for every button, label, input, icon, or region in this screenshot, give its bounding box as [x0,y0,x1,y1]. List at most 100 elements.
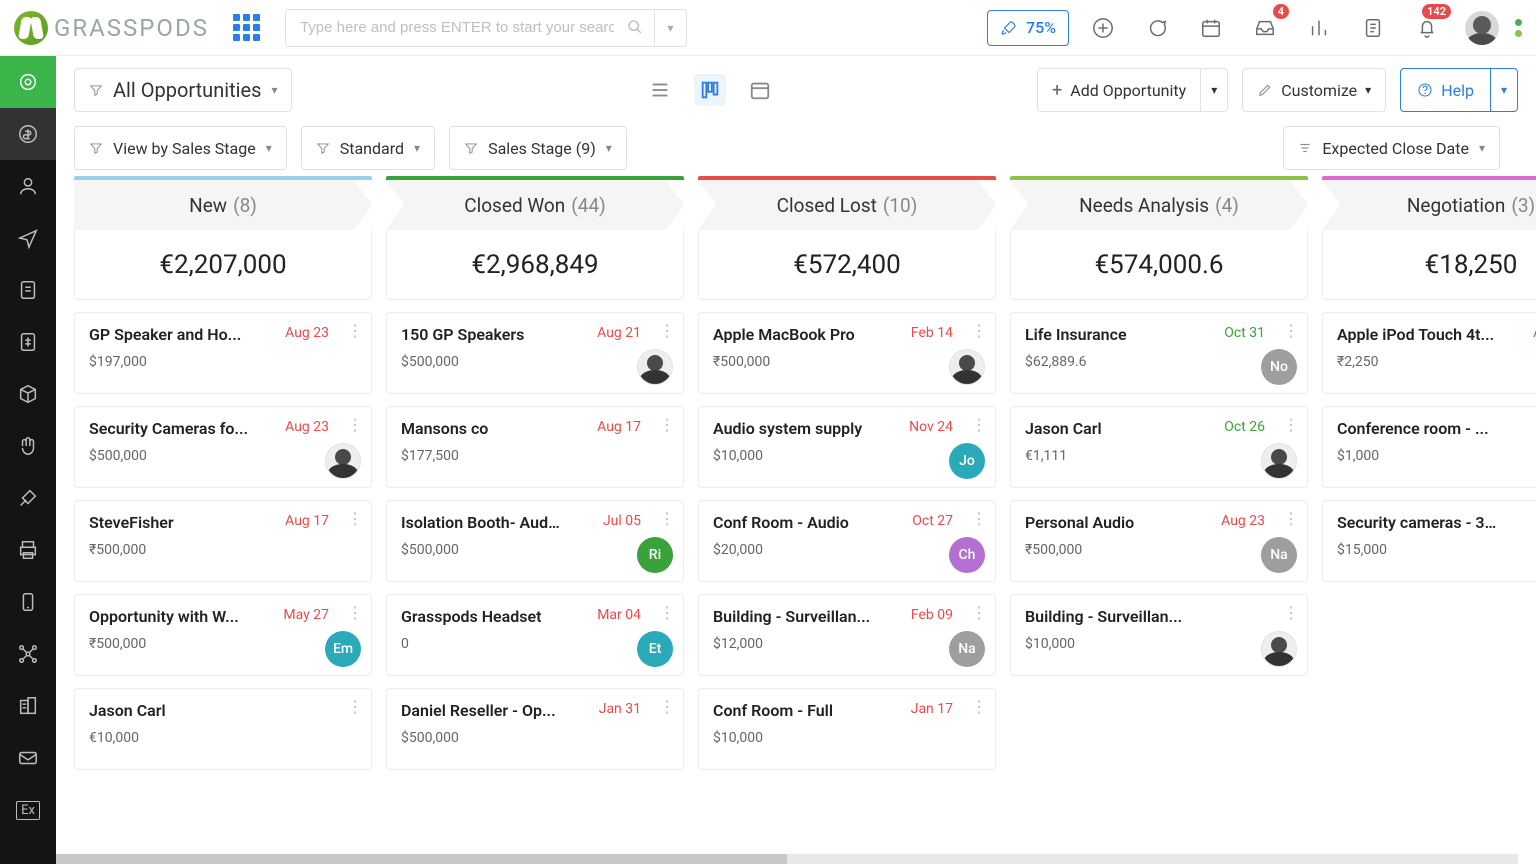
opportunity-card[interactable]: Building - Surveillan...$10,000⋮ [1010,594,1308,676]
column-header[interactable]: New (8) [74,180,372,230]
side-doc-icon[interactable] [0,264,56,316]
search-dropdown[interactable]: ▾ [655,9,687,47]
side-brush-icon[interactable] [0,472,56,524]
opportunity-card[interactable]: Security cameras - 3...$15,000⋮ [1322,500,1536,582]
apps-grid-icon[interactable] [229,10,265,46]
card-menu-icon[interactable]: ⋮ [971,603,987,622]
add-opportunity-button[interactable]: + Add Opportunity [1037,68,1201,112]
standard-dropdown[interactable]: Standard ▾ [301,126,435,170]
opportunity-card[interactable]: Apple MacBook ProFeb 14₹500,000⋮ [698,312,996,394]
card-menu-icon[interactable]: ⋮ [971,415,987,434]
boost-button[interactable]: 75% [987,10,1069,46]
column-header[interactable]: Closed Won (44) [386,180,684,230]
card-menu-icon[interactable]: ⋮ [347,321,363,340]
list-view-icon[interactable] [644,74,676,106]
chart-icon[interactable] [1299,8,1339,48]
opportunity-card[interactable]: Jason Carl€10,000⋮ [74,688,372,770]
opportunity-card[interactable]: GP Speaker and Ho...Aug 23$197,000⋮ [74,312,372,394]
chat-icon[interactable] [1137,8,1177,48]
sort-dropdown[interactable]: Expected Close Date ▾ [1283,126,1500,170]
user-avatar[interactable] [1465,11,1499,45]
opportunity-card[interactable]: Conference room - ...$1,000⋮ [1322,406,1536,488]
customize-button[interactable]: Customize ▾ [1242,68,1386,112]
card-menu-icon[interactable]: ⋮ [659,509,675,528]
card-amount: ₹500,000 [1025,542,1265,558]
opportunity-card[interactable]: SteveFisherAug 17₹500,000⋮ [74,500,372,582]
inbox-icon[interactable]: 4 [1245,8,1285,48]
opportunity-card[interactable]: Conf Room - FullJan 17$10,000⋮ [698,688,996,770]
card-menu-icon[interactable]: ⋮ [1283,415,1299,434]
opportunity-card[interactable]: Conf Room - AudioOct 27$20,000⋮Ch [698,500,996,582]
column-header[interactable]: Negotiation (3) [1322,180,1536,230]
card-menu-icon[interactable]: ⋮ [659,603,675,622]
opportunity-card[interactable]: Mansons coAug 17$177,500⋮ [386,406,684,488]
opportunity-card[interactable]: 150 GP SpeakersAug 21$500,000⋮ [386,312,684,394]
chevron-down-icon: ▾ [1479,141,1485,155]
card-menu-icon[interactable]: ⋮ [971,509,987,528]
side-money-icon[interactable] [0,108,56,160]
salesstage-dropdown[interactable]: Sales Stage (9) ▾ [449,126,627,170]
calendar-view-icon[interactable] [744,74,776,106]
kanban-view-icon[interactable] [694,74,726,106]
card-menu-icon[interactable]: ⋮ [971,697,987,716]
card-date: Oct 26 [1224,419,1265,435]
opportunity-card[interactable]: Grasspods HeadsetMar 040⋮Et [386,594,684,676]
funnel-icon [316,141,330,155]
side-print-icon[interactable] [0,524,56,576]
help-button[interactable]: Help [1400,68,1491,112]
card-menu-icon[interactable]: ⋮ [1283,603,1299,622]
help-dropdown[interactable]: ▾ [1491,68,1518,112]
opportunity-card[interactable]: Jason CarlOct 26€1,111⋮ [1010,406,1308,488]
kanban-scroll[interactable]: New (8)€2,207,000GP Speaker and Ho...Aug… [56,176,1536,850]
opportunity-card[interactable]: Audio system supplyNov 24$10,000⋮Jo [698,406,996,488]
cards-container: Apple MacBook ProFeb 14₹500,000⋮ Audio sy… [698,312,996,850]
chevron-down-icon: ▾ [271,83,277,97]
search-icon[interactable] [627,19,643,35]
card-menu-icon[interactable]: ⋮ [1283,509,1299,528]
filter-dropdown[interactable]: All Opportunities ▾ [74,68,292,112]
card-menu-icon[interactable]: ⋮ [347,415,363,434]
add-icon[interactable] [1083,8,1123,48]
brand-logo[interactable]: GRASSPODS [14,11,209,45]
notes-icon[interactable] [1353,8,1393,48]
opportunity-card[interactable]: Apple iPod Touch 4t...Aug 23₹2,250⋮ [1322,312,1536,394]
viewby-dropdown[interactable]: View by Sales Stage ▾ [74,126,287,170]
bell-icon[interactable]: 142 [1407,8,1447,48]
opportunity-card[interactable]: Opportunity with W...May 27₹500,000⋮Em [74,594,372,676]
side-hand-icon[interactable] [0,420,56,472]
side-box-icon[interactable] [0,368,56,420]
card-amount: €1,111 [1025,448,1265,464]
opportunity-card[interactable]: Personal AudioAug 23₹500,000⋮Na [1010,500,1308,582]
opportunity-card[interactable]: Isolation Booth- Aud...Jul 05$500,000⋮Ri [386,500,684,582]
card-avatar: Em [325,631,361,667]
side-send-icon[interactable] [0,212,56,264]
opportunity-card[interactable]: Building - Surveillan...Feb 09$12,000⋮Na [698,594,996,676]
column-header[interactable]: Closed Lost (10) [698,180,996,230]
card-menu-icon[interactable]: ⋮ [659,697,675,716]
opportunity-card[interactable]: Daniel Reseller - Op...Jan 31$500,000⋮ [386,688,684,770]
side-invoice-icon[interactable] [0,316,56,368]
card-menu-icon[interactable]: ⋮ [347,603,363,622]
calendar-icon[interactable] [1191,8,1231,48]
opportunity-card[interactable]: Security Cameras fo...Aug 23$500,000⋮ [74,406,372,488]
side-mobile-icon[interactable] [0,576,56,628]
side-ex-icon[interactable]: Ex [0,784,56,836]
add-opportunity-dropdown[interactable]: ▾ [1201,68,1228,112]
column-header[interactable]: Needs Analysis (4) [1010,180,1308,230]
card-menu-icon[interactable]: ⋮ [971,321,987,340]
horizontal-scrollbar[interactable] [56,854,1518,864]
card-menu-icon[interactable]: ⋮ [659,321,675,340]
card-menu-icon[interactable]: ⋮ [347,509,363,528]
side-network-icon[interactable] [0,628,56,680]
card-date: Jul 05 [603,513,641,529]
card-menu-icon[interactable]: ⋮ [1283,321,1299,340]
side-building-icon[interactable] [0,680,56,732]
side-target-icon[interactable] [0,56,56,108]
card-menu-icon[interactable]: ⋮ [659,415,675,434]
card-menu-icon[interactable]: ⋮ [347,697,363,716]
status-dots-icon [1515,19,1522,37]
search-input[interactable] [285,9,655,47]
opportunity-card[interactable]: Life InsuranceOct 31$62,889.6⋮No [1010,312,1308,394]
side-mail-icon[interactable] [0,732,56,784]
side-person-icon[interactable] [0,160,56,212]
